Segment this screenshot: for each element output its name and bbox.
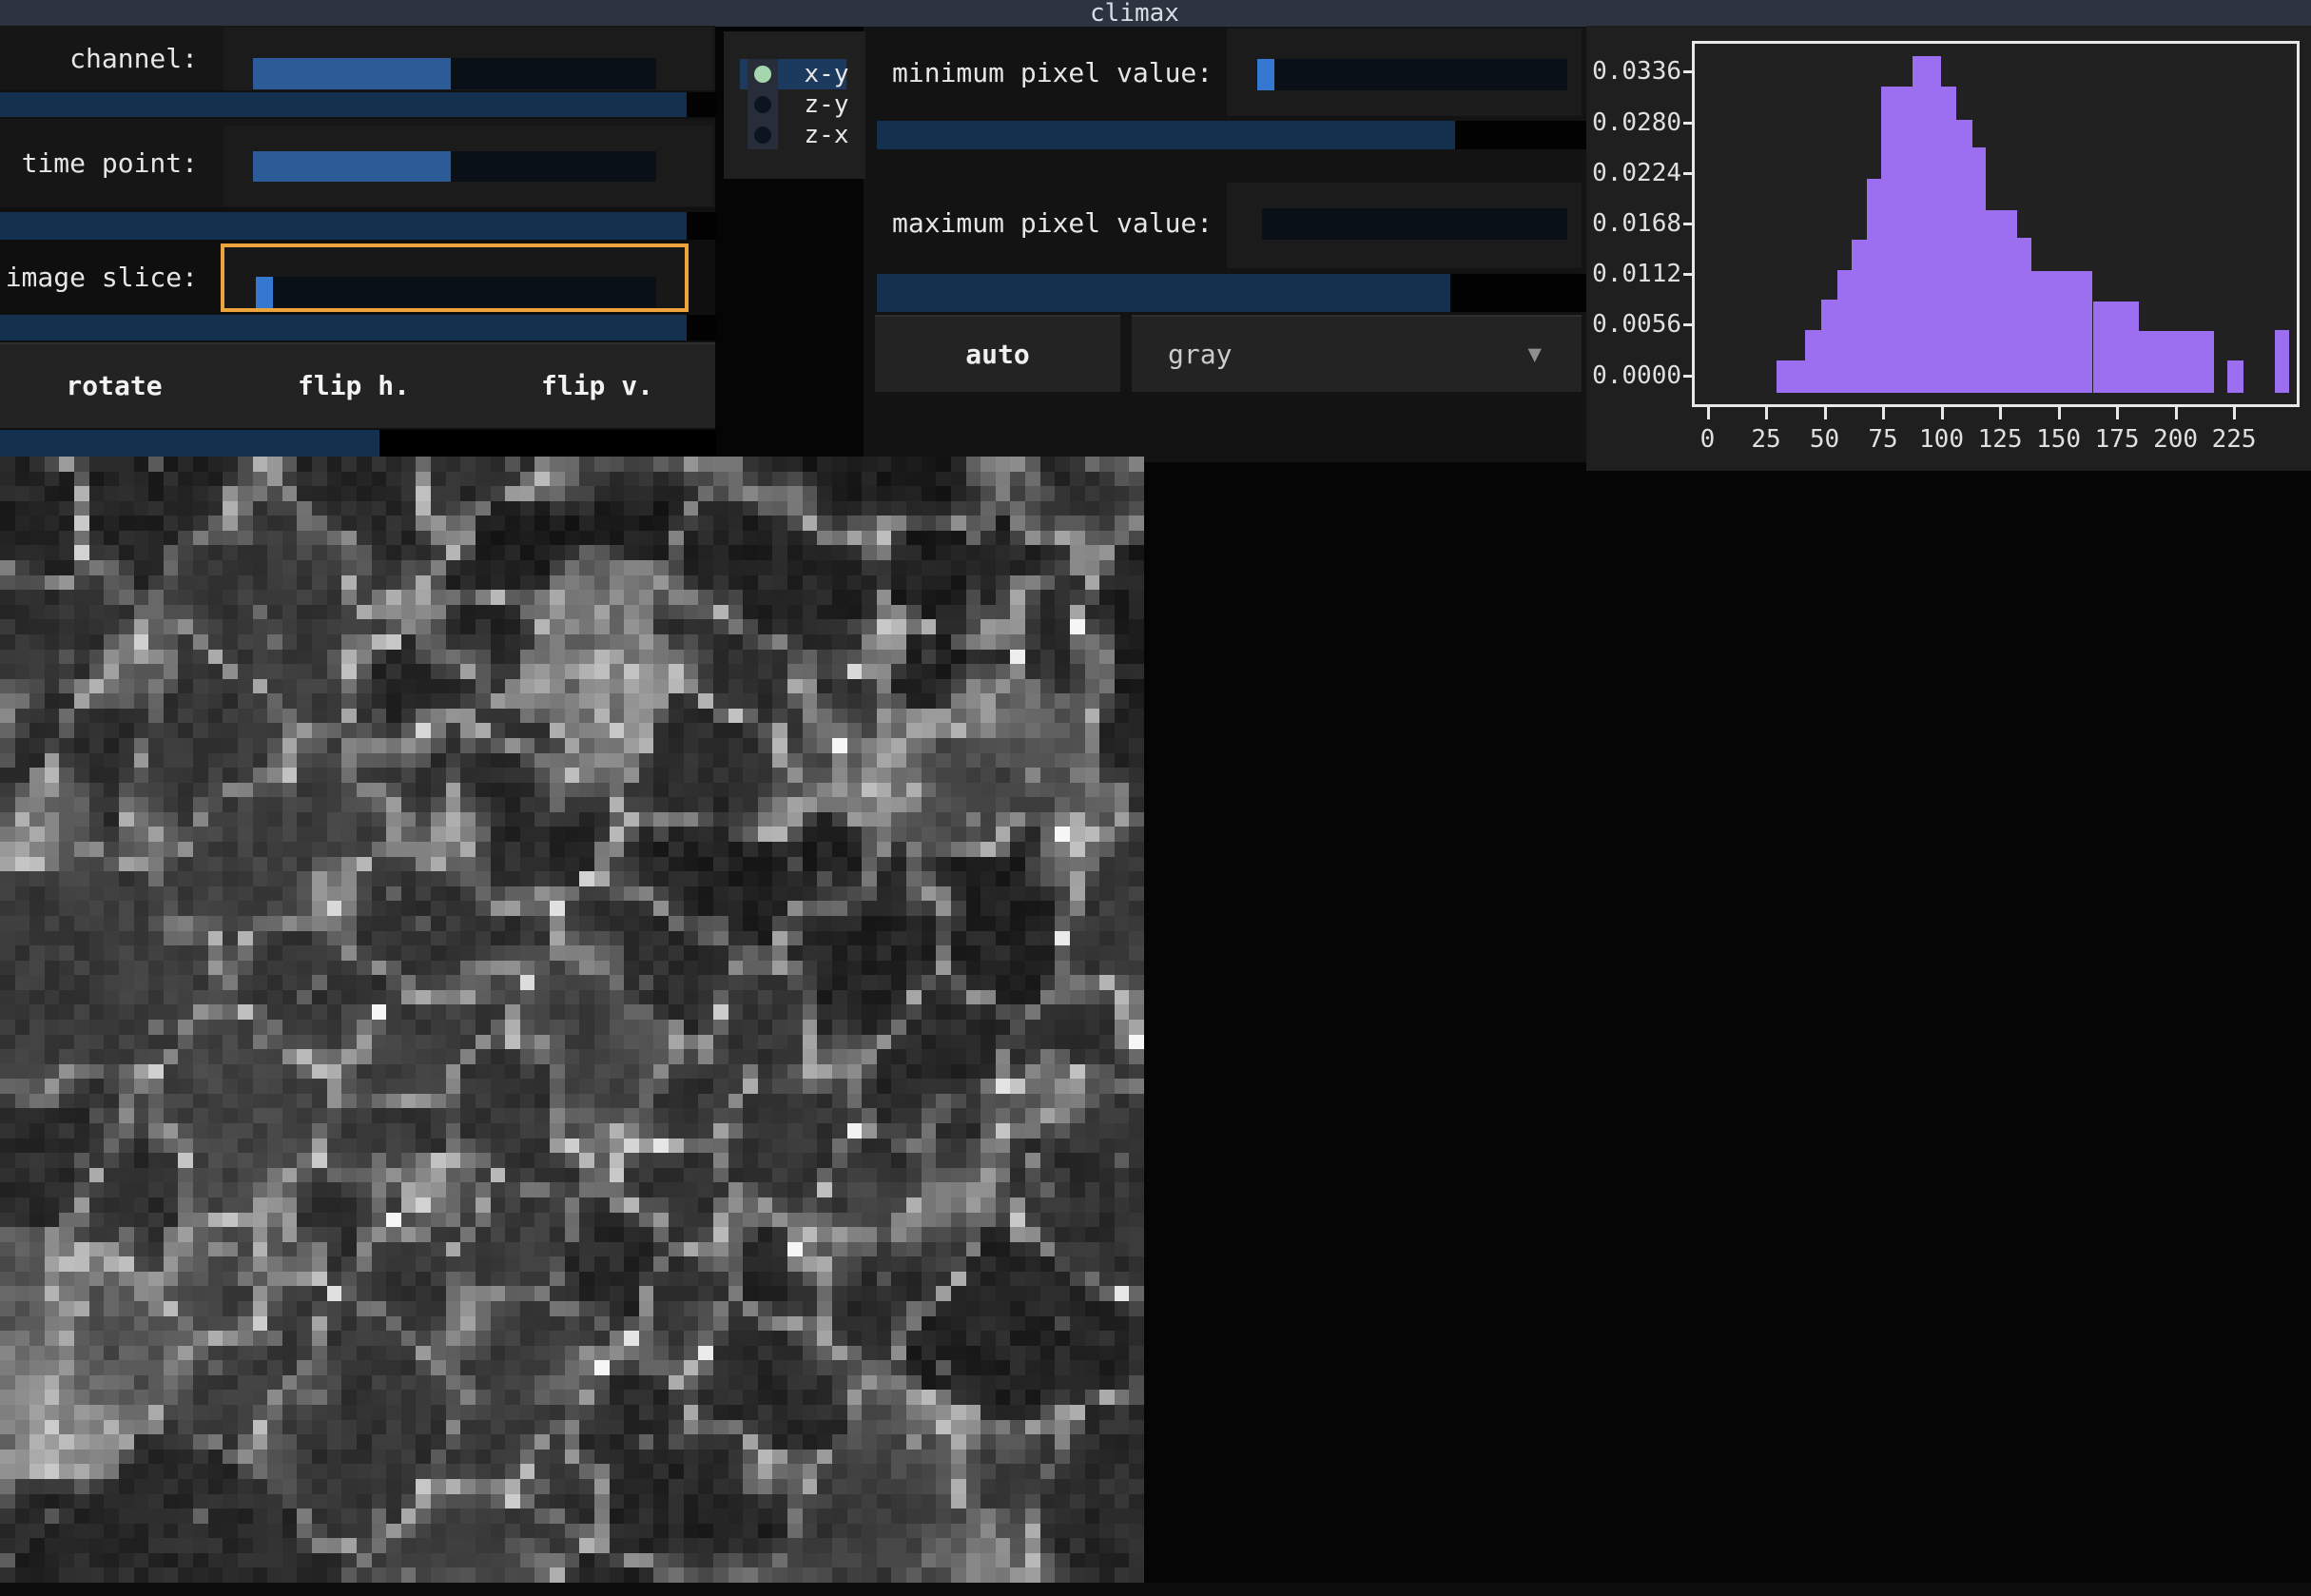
max-pixel-slider[interactable] xyxy=(1262,208,1567,240)
radio-unselected-icon[interactable] xyxy=(754,96,771,113)
image-slice-focus-box xyxy=(221,243,689,312)
histogram-bar xyxy=(1913,56,1941,392)
x-tick xyxy=(1765,407,1768,419)
histogram-bar xyxy=(1881,87,1913,393)
radio-unselected-icon[interactable] xyxy=(754,127,771,144)
histogram-bar xyxy=(1777,360,1805,393)
x-tick xyxy=(2175,407,2178,419)
min-pixel-slider-thumb[interactable] xyxy=(1257,59,1274,90)
view-option-zx[interactable]: z-x xyxy=(724,120,865,150)
x-tick xyxy=(1824,407,1827,419)
y-tick-label: 0.0056 xyxy=(1586,310,1681,339)
histogram-bar xyxy=(1837,270,1852,393)
histogram-bar xyxy=(1986,210,2017,393)
time-point-scroll-end xyxy=(687,212,716,240)
channel-label: channel: xyxy=(0,26,207,90)
histogram-bar xyxy=(1867,179,1882,393)
x-tick xyxy=(1999,407,2002,419)
max-pixel-scroll-end xyxy=(1450,274,1586,312)
time-point-slider-fill xyxy=(253,151,451,182)
histogram-bar xyxy=(2138,331,2213,393)
histogram-bar xyxy=(2275,330,2289,393)
radio-selected-icon[interactable] xyxy=(754,66,771,83)
image-slice-scroll-end xyxy=(687,315,716,341)
max-pixel-value-label: maximum pixel value: xyxy=(892,204,1215,243)
y-tick-label: 0.0112 xyxy=(1586,260,1681,288)
x-tick xyxy=(2116,407,2119,419)
x-tick xyxy=(2233,407,2236,419)
bottom-scroll-strip[interactable] xyxy=(0,430,379,457)
image-slice-label: image slice: xyxy=(0,240,207,314)
image-slice-slider[interactable] xyxy=(256,277,656,308)
y-tick-label: 0.0336 xyxy=(1586,57,1681,86)
min-pixel-scroll-end xyxy=(1455,121,1586,149)
colormap-value: gray xyxy=(1168,317,1232,392)
time-point-label: time point: xyxy=(0,119,207,207)
title-bar: climax xyxy=(0,0,2311,27)
x-tick xyxy=(1882,407,1885,419)
time-point-row: time point: xyxy=(0,119,715,207)
y-tick-label: 0.0280 xyxy=(1586,108,1681,137)
channel-row: channel: xyxy=(0,26,715,90)
y-tick xyxy=(1683,375,1692,378)
channel-scroll-end xyxy=(687,92,716,117)
x-tick xyxy=(2058,407,2061,419)
image-slice-scroll-strip[interactable] xyxy=(0,315,687,341)
view-option-zy-label: z-y xyxy=(802,89,851,120)
bottom-scroll-rest xyxy=(379,430,716,457)
x-tick-label: 225 xyxy=(2196,425,2272,454)
bottom-strip xyxy=(0,1583,2311,1596)
channel-slider[interactable] xyxy=(253,58,656,89)
image-slice-slider-thumb[interactable] xyxy=(256,277,273,308)
y-tick-label: 0.0000 xyxy=(1586,361,1681,390)
window-title: climax xyxy=(1090,0,1179,27)
histogram-plot xyxy=(1695,44,2297,404)
y-tick xyxy=(1683,223,1692,225)
view-option-zy[interactable]: z-y xyxy=(724,89,865,120)
histogram-bar xyxy=(2017,238,2031,392)
histogram-bar xyxy=(1956,120,1972,393)
histogram-bar xyxy=(2031,271,2092,392)
transform-buttons-row: rotate flip h. flip v. xyxy=(0,342,715,428)
rotate-button[interactable]: rotate xyxy=(38,344,190,428)
histogram-bar xyxy=(1852,240,1867,393)
flip-horizontal-button[interactable]: flip h. xyxy=(278,344,430,428)
y-tick-label: 0.0168 xyxy=(1586,209,1681,238)
histogram-bar xyxy=(2227,360,2243,393)
view-option-xy[interactable]: x-y xyxy=(724,59,865,89)
histogram-panel: 02550751001251501752002250.00000.00560.0… xyxy=(1586,26,2311,471)
y-tick xyxy=(1683,323,1692,326)
channel-slider-fill xyxy=(253,58,451,89)
time-point-scroll-strip[interactable] xyxy=(0,212,687,240)
histogram-bar xyxy=(1821,300,1837,393)
x-tick xyxy=(1941,407,1944,419)
histogram-bar xyxy=(1972,147,1987,392)
x-tick xyxy=(1707,407,1710,419)
min-pixel-value-label: minimum pixel value: xyxy=(892,53,1215,93)
chevron-down-icon[interactable]: ▼ xyxy=(1528,317,1542,392)
min-pixel-scroll-strip[interactable] xyxy=(877,121,1455,149)
auto-button[interactable]: auto xyxy=(875,315,1120,392)
image-slice-row: image slice: xyxy=(0,240,715,314)
y-tick xyxy=(1683,172,1692,175)
histogram-bar xyxy=(1805,330,1822,393)
min-pixel-slider[interactable] xyxy=(1257,59,1567,90)
histogram-bar xyxy=(1941,87,1957,393)
view-option-xy-label: x-y xyxy=(802,59,851,89)
histogram-bar xyxy=(2093,302,2139,393)
y-tick-label: 0.0224 xyxy=(1586,159,1681,187)
y-tick xyxy=(1683,273,1692,276)
colormap-dropdown[interactable]: gray ▼ xyxy=(1132,315,1582,392)
max-pixel-scroll-strip[interactable] xyxy=(877,274,1450,312)
channel-scroll-strip[interactable] xyxy=(0,92,687,117)
histogram-frame xyxy=(1692,41,2300,407)
flip-vertical-button[interactable]: flip v. xyxy=(521,344,673,428)
app-window: climax channel: time point: image slice: xyxy=(0,0,2311,1596)
y-tick xyxy=(1683,122,1692,125)
y-tick xyxy=(1683,70,1692,73)
microscopy-image[interactable] xyxy=(0,457,1144,1583)
time-point-slider[interactable] xyxy=(253,151,656,182)
view-option-zx-label: z-x xyxy=(802,120,851,150)
view-selector: x-y z-y z-x xyxy=(724,31,865,179)
